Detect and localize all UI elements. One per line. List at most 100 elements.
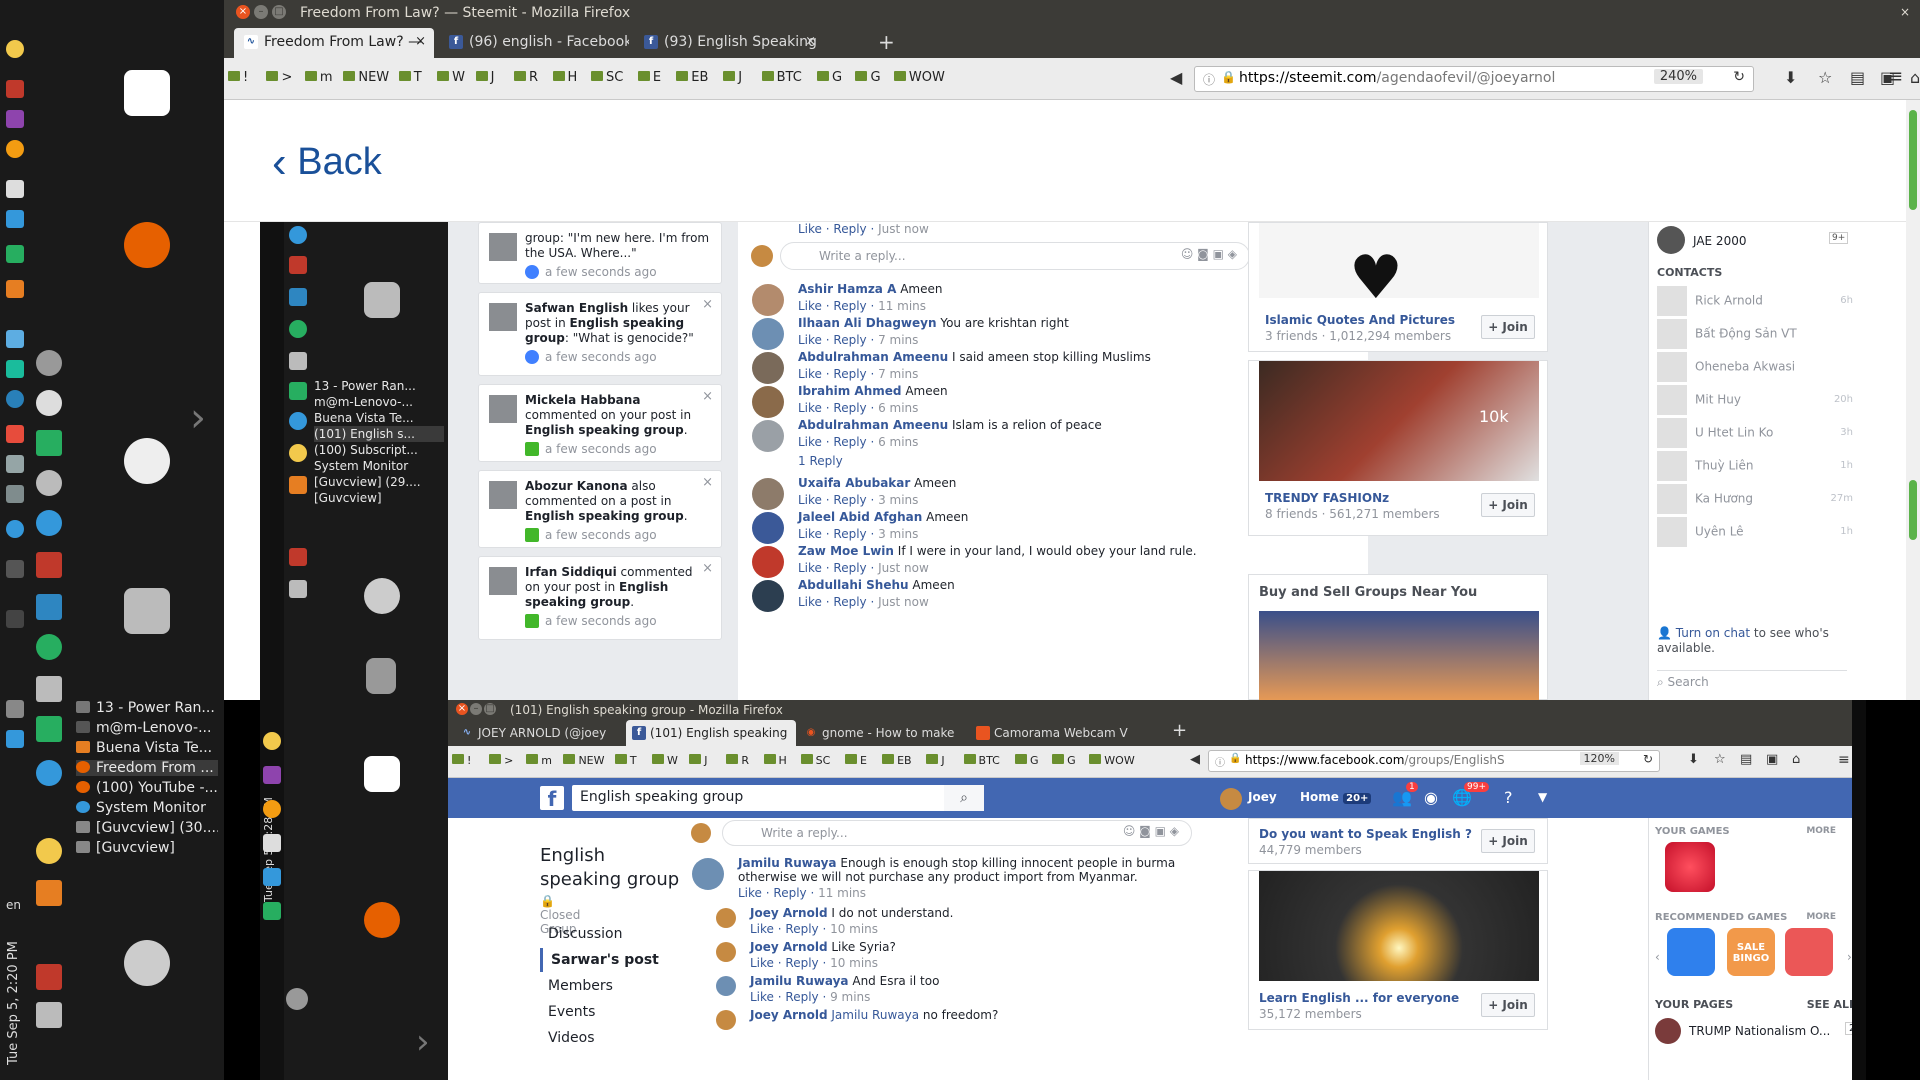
task-label[interactable]: [Guvcview] (29....	[314, 474, 444, 490]
group-name[interactable]: Do you want to Speak English ?	[1259, 827, 1472, 841]
tab-facebook[interactable]: f (101) English speaking	[626, 720, 796, 746]
close-icon[interactable]: ×	[236, 5, 250, 19]
bookmark-item[interactable]: E	[637, 70, 661, 85]
app-icon[interactable]	[6, 455, 24, 473]
commenter-name[interactable]: Ashir Hamza A	[798, 282, 896, 296]
reply-link[interactable]: Reply	[833, 299, 866, 313]
chevron-left-icon[interactable]: ‹	[1655, 950, 1660, 964]
commenter-name[interactable]: Joey Arnold	[750, 1008, 828, 1022]
tab-steemit[interactable]: ∿ JOEY ARNOLD (@joey	[454, 720, 624, 746]
pocket-icon[interactable]: ⬇	[1784, 68, 1797, 87]
emoji-icons[interactable]: ☺ ◙ ▣ ◈	[1181, 247, 1237, 261]
new-tab-icon[interactable]: +	[878, 30, 895, 54]
bookmark-item[interactable]: G	[1052, 754, 1076, 767]
tab-facebook-2[interactable]: f (93) English Speaking ×	[634, 28, 824, 58]
reply-link[interactable]: Reply	[785, 990, 818, 1004]
group-card[interactable]: ♥ Islamic Quotes And Pictures 3 friends …	[1248, 222, 1548, 352]
back-arrow-icon[interactable]: ◀	[1190, 752, 1200, 767]
reply-link[interactable]: Reply	[833, 561, 866, 575]
avatar[interactable]	[752, 512, 784, 544]
bookmark-item[interactable]: G	[855, 70, 881, 85]
emoji-icons[interactable]: ☺ ◙ ▣ ◈	[1123, 824, 1179, 838]
see-all-link[interactable]: SEE ALL	[1807, 998, 1856, 1011]
notifications-icon[interactable]: 🌐 99+	[1452, 782, 1489, 807]
zoom-level[interactable]: 240%	[1653, 69, 1703, 84]
group-nav-item[interactable]: Videos	[540, 1026, 690, 1050]
pocket-icon[interactable]: ⬇	[1688, 752, 1699, 767]
facebook-logo-icon[interactable]: f	[540, 786, 564, 811]
like-link[interactable]: Like	[798, 222, 822, 236]
bookmark-item[interactable]: !	[228, 70, 248, 85]
city-image[interactable]	[1259, 611, 1539, 701]
youtube-icon[interactable]: ▣	[1766, 752, 1778, 767]
star-icon[interactable]: ☆	[1714, 752, 1726, 767]
game-icon[interactable]	[1667, 928, 1715, 976]
clock[interactable]: Tue Sep 5, 2:20 PM	[6, 905, 21, 1065]
info-icon[interactable]: ⓘ	[1203, 71, 1215, 88]
avatar[interactable]	[752, 318, 784, 350]
like-link[interactable]: Like	[750, 922, 774, 936]
help-icon[interactable]: ?	[1504, 788, 1513, 807]
bookmark-item[interactable]: W	[437, 70, 465, 85]
user-link[interactable]: Joey	[1248, 790, 1277, 804]
maximize-icon[interactable]: □	[484, 703, 496, 715]
commenter-name[interactable]: Ibrahim Ahmed	[798, 384, 901, 398]
like-link[interactable]: Like	[798, 561, 822, 575]
bookmark-item[interactable]: SC	[800, 754, 830, 767]
app-icon[interactable]	[6, 610, 24, 628]
task-item[interactable]: Freedom From ...	[76, 760, 218, 776]
group-nav-item[interactable]: Discussion	[540, 922, 690, 946]
avatar[interactable]	[752, 478, 784, 510]
trash-icon[interactable]	[366, 658, 396, 694]
bookmark-item[interactable]: J	[689, 754, 707, 767]
like-link[interactable]: Like	[798, 527, 822, 541]
bookmark-item[interactable]: J	[926, 754, 945, 767]
search-icon[interactable]	[36, 1002, 62, 1028]
arrow-icon[interactable]	[289, 382, 307, 400]
bookmark-item[interactable]: NEW	[563, 754, 605, 767]
task-item[interactable]: Buena Vista Te...	[76, 740, 218, 756]
commenter-name[interactable]: Jamilu Ruwaya	[738, 856, 837, 870]
page-avatar[interactable]	[1655, 1018, 1681, 1044]
menu-icon[interactable]: ≡	[1888, 66, 1903, 87]
filezilla-icon[interactable]	[289, 548, 307, 566]
task-item[interactable]: m@m-Lenovo-...	[76, 720, 218, 736]
gear-icon[interactable]	[36, 350, 62, 376]
commenter-name[interactable]: Zaw Moe Lwin	[798, 544, 894, 558]
app-icon[interactable]	[263, 766, 281, 784]
bookmark-item[interactable]: >	[489, 754, 513, 767]
bookmark-item[interactable]: J	[475, 70, 494, 85]
group-nav-item[interactable]: Events	[540, 1000, 690, 1024]
atom-icon[interactable]	[289, 412, 307, 430]
commenter-name[interactable]: Abdulrahman Ameenu	[798, 350, 948, 364]
arrow-icon[interactable]	[36, 716, 62, 742]
calendar-icon[interactable]	[263, 868, 281, 886]
avatar[interactable]	[1657, 226, 1685, 254]
task-label[interactable]: m@m-Lenovo-...	[314, 394, 444, 410]
more-link[interactable]: MORE	[1806, 826, 1836, 836]
avatar[interactable]	[752, 580, 784, 612]
close-tab-icon[interactable]: ×	[415, 28, 426, 56]
window-close-icon[interactable]: ×	[1900, 5, 1910, 19]
zoom-level[interactable]: 120%	[1579, 752, 1619, 765]
group-name[interactable]: Islamic Quotes And Pictures	[1265, 313, 1455, 327]
app-icon[interactable]	[36, 676, 62, 702]
dismiss-icon[interactable]: ×	[702, 561, 713, 576]
contact-item[interactable]: Bất Động Sản VT	[1657, 319, 1853, 349]
page-name[interactable]: TRUMP Nationalism O...	[1689, 1024, 1830, 1038]
bookmark-item[interactable]: T	[398, 70, 422, 85]
group-card[interactable]: Learn English ... for everyone 35,172 me…	[1248, 870, 1548, 1030]
app-icon[interactable]	[6, 700, 24, 718]
app-icon[interactable]	[6, 280, 24, 298]
task-label[interactable]: 13 - Power Ran...	[314, 378, 444, 394]
app-icon[interactable]	[6, 730, 24, 748]
task-label[interactable]: Buena Vista Te...	[314, 410, 444, 426]
maximize-icon[interactable]: □	[272, 5, 286, 19]
atom-icon[interactable]	[6, 520, 24, 538]
close-tab-icon[interactable]: ×	[805, 28, 816, 56]
contact-item[interactable]: Thuỳ Liên 1h	[1657, 451, 1853, 481]
task-item[interactable]: [Guvcview]	[76, 840, 218, 856]
avatar[interactable]	[752, 546, 784, 578]
contact-item[interactable]: Rick Arnold 6h	[1657, 286, 1853, 316]
notification[interactable]: × Abozur Kanona also commented on a post …	[478, 470, 722, 548]
